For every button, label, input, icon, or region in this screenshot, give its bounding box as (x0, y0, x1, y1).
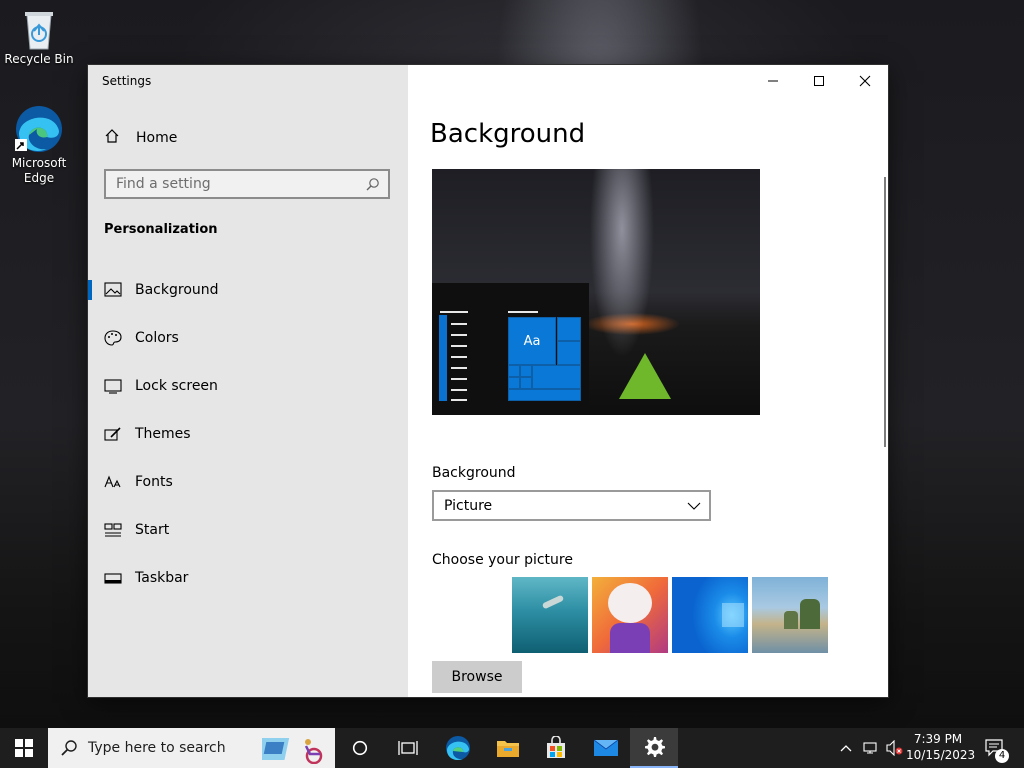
task-view-button[interactable] (384, 728, 432, 768)
start-button[interactable] (0, 728, 48, 768)
window-title: Settings (102, 74, 152, 88)
palette-icon (104, 330, 122, 346)
sidebar-item-label: Themes (135, 426, 191, 442)
home-label: Home (136, 130, 178, 146)
search-placeholder: Find a setting (116, 176, 211, 192)
choose-picture-label: Choose your picture (432, 552, 573, 568)
search-highlight-icon (256, 734, 326, 768)
cortana-button[interactable] (336, 728, 384, 768)
scrollbar[interactable] (884, 177, 886, 447)
sidebar-item-label: Background (135, 282, 219, 298)
chevron-down-icon (679, 502, 709, 510)
minimize-button[interactable] (750, 65, 796, 97)
clock-time: 7:39 PM (913, 732, 963, 746)
clock[interactable]: 7:39 PM 10/15/2023 (906, 731, 976, 763)
settings-window: Settings Home Find a setting Personaliza… (88, 65, 888, 697)
network-icon (863, 742, 877, 754)
close-icon (859, 75, 871, 87)
sidebar-item-label: Fonts (135, 474, 173, 490)
brush-icon (104, 426, 122, 442)
sidebar-item-colors[interactable]: Colors (88, 318, 408, 358)
network-button[interactable] (860, 728, 882, 768)
search-placeholder: Type here to search (88, 740, 226, 756)
find-setting-search[interactable]: Find a setting (104, 169, 390, 199)
background-type-dropdown[interactable]: Picture (432, 490, 711, 521)
preview-tile-text: Aa (523, 333, 541, 349)
taskbar-search[interactable]: Type here to search (48, 728, 335, 768)
background-label: Background (432, 465, 516, 481)
thumbnail-windows-blue[interactable] (672, 577, 748, 653)
picture-icon (104, 282, 122, 298)
task-view-icon (398, 741, 418, 755)
clock-date: 10/15/2023 (906, 748, 976, 762)
edge-taskbar-button[interactable] (434, 728, 482, 768)
mail-icon (593, 739, 619, 756)
file-explorer-button[interactable] (484, 728, 532, 768)
sidebar-item-start[interactable]: Start (88, 510, 408, 550)
store-button[interactable] (532, 728, 580, 768)
sidebar-item-themes[interactable]: Themes (88, 414, 408, 454)
lock-screen-icon (104, 378, 122, 394)
taskbar-icon (104, 570, 122, 586)
maximize-button[interactable] (796, 65, 842, 97)
dropdown-value: Picture (444, 497, 493, 514)
cortana-icon (352, 740, 368, 756)
sidebar-item-label: Lock screen (135, 378, 218, 394)
recycle-bin-label: Recycle Bin (4, 52, 74, 66)
store-icon (547, 736, 565, 758)
minimize-icon (768, 80, 778, 82)
sidebar-item-label: Colors (135, 330, 179, 346)
page-title: Background (430, 119, 586, 149)
maximize-icon (814, 76, 824, 86)
edge-icon (15, 105, 63, 153)
settings-icon (645, 737, 665, 757)
search-icon (60, 739, 78, 757)
recycle-bin-desktop-icon[interactable]: Recycle Bin (3, 9, 75, 67)
browse-button[interactable]: Browse (432, 661, 522, 693)
volume-muted-icon (886, 740, 903, 756)
font-icon (104, 474, 122, 490)
settings-taskbar-button[interactable] (630, 728, 678, 768)
preview-tent (619, 353, 671, 399)
section-heading: Personalization (104, 222, 218, 237)
windows-logo-icon (15, 739, 33, 757)
volume-button[interactable] (884, 728, 906, 768)
mail-button[interactable] (582, 728, 630, 768)
background-preview: Aa (432, 169, 760, 415)
search-icon (358, 171, 388, 197)
action-center-button[interactable]: 4 (978, 728, 1012, 768)
taskbar: Type here to search 7:39 PM 10/15/2023 4 (0, 728, 1024, 768)
home-icon (104, 128, 120, 148)
thumbnail-beach[interactable] (752, 577, 828, 653)
nav-home[interactable]: Home (104, 127, 177, 149)
file-explorer-icon (497, 741, 519, 757)
sidebar-item-label: Start (135, 522, 170, 538)
thumbnail-cartoon[interactable] (592, 577, 668, 653)
sidebar-item-background[interactable]: Background (88, 270, 408, 310)
sidebar-item-fonts[interactable]: Fonts (88, 462, 408, 502)
sidebar: Settings Home Find a setting Personaliza… (88, 65, 408, 697)
start-icon (104, 522, 122, 538)
sidebar-item-lock-screen[interactable]: Lock screen (88, 366, 408, 406)
recycle-bin-icon (19, 9, 59, 50)
edge-label: Microsoft Edge (11, 156, 67, 185)
sidebar-item-label: Taskbar (135, 570, 189, 586)
main-content: Background Aa Background Picture Choose … (408, 65, 888, 697)
show-hidden-icons-button[interactable] (836, 728, 856, 768)
chevron-up-icon (840, 745, 852, 752)
close-button[interactable] (842, 65, 888, 97)
preview-start-menu: Aa (432, 283, 589, 415)
edge-desktop-icon[interactable]: Microsoft Edge (3, 105, 75, 186)
sidebar-item-taskbar[interactable]: Taskbar (88, 558, 408, 598)
notification-count-badge: 4 (995, 749, 1009, 763)
edge-icon (446, 736, 470, 760)
thumbnail-underwater[interactable] (512, 577, 588, 653)
